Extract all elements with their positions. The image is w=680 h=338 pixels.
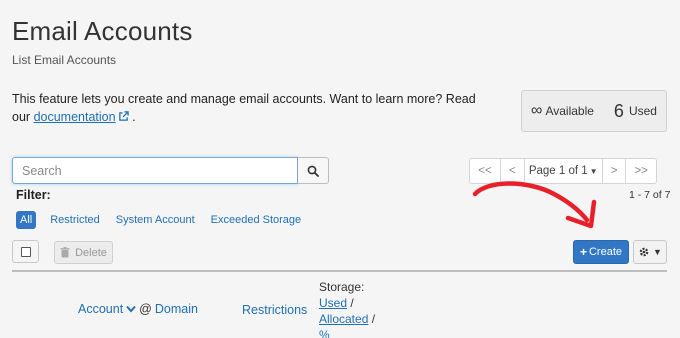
checkbox-box [20,246,31,257]
plus-icon: + [579,245,587,259]
intro-text: This feature lets you create and manage … [12,90,482,126]
pagination-count: 1 - 7 of 7 [629,189,671,201]
page-subtitle: List Email Accounts [12,53,117,67]
filter-restricted[interactable]: Restricted [50,214,100,226]
sort-used-link[interactable]: Used [319,296,347,310]
caret-down-icon: ▼ [653,247,662,257]
search-button[interactable] [298,157,329,184]
column-header-storage: Storage: Used / Allocated / % [319,279,375,338]
column-header-restrictions[interactable]: Restrictions [242,303,307,317]
sort-allocated-link[interactable]: Allocated [319,312,368,326]
chevron-down-icon [126,305,136,313]
settings-menu-button[interactable]: ▼ [633,240,667,264]
storage-label: Storage: [319,280,365,294]
first-page-button[interactable]: << [470,159,500,183]
account-sort-label: Account [78,302,124,316]
column-header-account[interactable]: Account @ Domain [78,302,198,316]
infinity-icon: ∞ [531,102,543,119]
gear-icon [639,247,649,257]
delete-label: Delete [75,246,107,259]
search-icon [307,165,319,177]
filter-label: Filter: [16,188,51,202]
slash-separator: / [371,312,376,326]
search-input[interactable] [12,157,298,184]
sort-percent-link[interactable]: % [319,328,330,338]
slash-separator: / [350,296,354,310]
intro-suffix: . [132,110,136,124]
page-select[interactable]: Page 1 of 1 ▼ [523,159,602,183]
external-link-icon [118,111,129,121]
account-stats-panel: ∞ Available 6 Used [521,90,667,132]
create-label: Create [588,246,623,258]
available-label: Available [545,104,594,118]
filter-all[interactable]: All [16,211,37,229]
domain-sort-label: Domain [154,302,198,316]
used-count: 6 [613,100,624,121]
select-all-checkbox[interactable] [12,240,39,263]
next-page-button[interactable]: > [601,159,626,183]
documentation-link[interactable]: documentation [34,110,129,124]
search-group [12,157,329,184]
last-page-button[interactable]: >> [625,159,655,183]
delete-button[interactable]: Delete [54,241,113,264]
prev-page-button[interactable]: < [500,159,524,183]
chevron-down-icon: ▼ [589,166,598,176]
used-label: Used [628,104,657,118]
trash-icon [60,247,70,258]
page-title: Email Accounts [12,16,193,46]
filter-system-account[interactable]: System Account [116,214,195,226]
filter-options: All Restricted System Account Exceeded S… [16,211,317,229]
pagination: << < Page 1 of 1 ▼ > >> [469,158,657,184]
table-header-divider [12,270,667,272]
filter-exceeded-storage[interactable]: Exceeded Storage [211,214,302,226]
create-button[interactable]: + Create [573,240,629,264]
at-separator: @ [139,302,152,316]
